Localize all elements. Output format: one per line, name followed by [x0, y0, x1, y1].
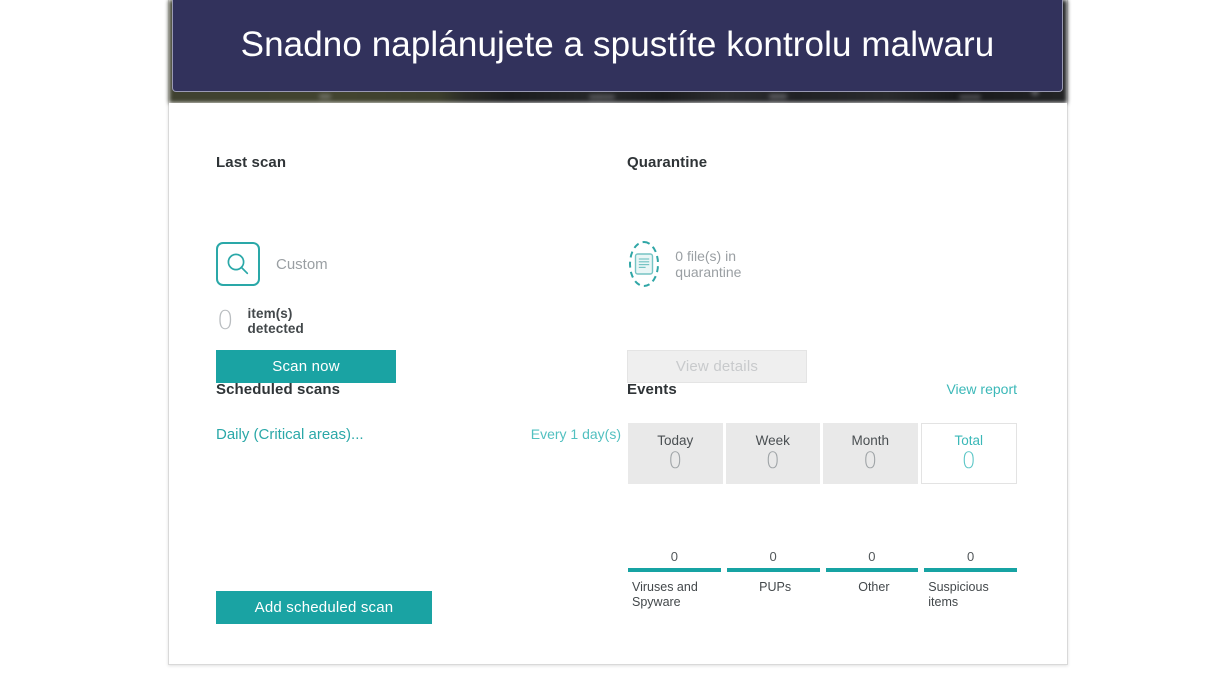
threat-stat-viruses-and-spyware: 0 Viruses and Spyware: [628, 549, 721, 611]
threat-name: Other: [858, 580, 890, 594]
magnifier-icon: [216, 242, 260, 286]
detected-items-row: 0 item(s) detected: [217, 306, 304, 336]
event-tab-total[interactable]: Total 0: [920, 423, 1017, 484]
scan-now-button[interactable]: Scan now: [216, 350, 396, 383]
app-content: Last scan Custom 0 item(s) detected Scan…: [169, 103, 1067, 664]
quarantine-row: 0 file(s) in quarantine: [629, 241, 757, 287]
detected-label: item(s) detected: [247, 306, 304, 336]
threat-bar: [628, 568, 721, 572]
threat-count: 0: [769, 549, 777, 564]
threat-stats: 0 Viruses and Spyware 0 PUPs 0 Other 0 S…: [628, 549, 1017, 611]
events-header: Events View report: [627, 381, 1017, 398]
threat-name: PUPs: [759, 580, 792, 594]
last-scan-title: Last scan: [216, 154, 287, 171]
event-tab-label: Today: [657, 433, 694, 449]
threat-stat-other: 0 Other: [825, 549, 919, 611]
threat-stat-suspicious-items: 0 Suspicious items: [924, 549, 1017, 611]
event-tab-label: Week: [755, 433, 790, 449]
quarantine-section: Quarantine 0 file(s) in quarantine View: [627, 154, 807, 383]
headline-text: Snadno naplánujete a spustíte kontrolu m…: [240, 25, 995, 65]
view-report-link[interactable]: View report: [946, 381, 1017, 397]
threat-bar: [924, 568, 1017, 572]
add-scheduled-scan-button[interactable]: Add scheduled scan: [216, 591, 432, 624]
threat-stat-pups: 0 PUPs: [726, 549, 820, 611]
event-tab-value: 0: [863, 449, 878, 475]
scan-type-row: Custom: [216, 242, 328, 286]
threat-count: 0: [670, 549, 678, 564]
schedule-row: Daily (Critical areas)... Every 1 day(s): [216, 426, 631, 443]
threat-count: 0: [868, 549, 876, 564]
headline-banner: Snadno naplánujete a spustíte kontrolu m…: [172, 0, 1063, 92]
antivirus-app-window: Last scan Custom 0 item(s) detected Scan…: [168, 0, 1068, 665]
event-tab-value: 0: [961, 449, 976, 475]
event-tab-month[interactable]: Month 0: [823, 423, 918, 484]
event-tab-label: Total: [954, 433, 984, 449]
schedule-frequency: Every 1 day(s): [530, 426, 621, 442]
quarantine-file-icon: [629, 241, 660, 287]
event-tab-value: 0: [668, 449, 683, 475]
threat-name: Viruses and Spyware: [632, 580, 698, 610]
event-tab-today[interactable]: Today 0: [628, 423, 723, 484]
threat-count: 0: [967, 549, 975, 564]
schedule-name-link[interactable]: Daily (Critical areas)...: [216, 426, 364, 443]
detected-count: 0: [217, 306, 234, 336]
event-tab-week[interactable]: Week 0: [725, 423, 820, 484]
scheduled-scans-title: Scheduled scans: [216, 381, 341, 398]
scan-type-label: Custom: [276, 255, 328, 273]
quarantine-status-label: 0 file(s) in quarantine: [675, 248, 742, 280]
event-tab-label: Month: [851, 433, 890, 449]
event-tab-value: 0: [765, 449, 780, 475]
events-title: Events: [627, 381, 677, 398]
threat-name: Suspicious items: [928, 580, 989, 610]
view-details-button[interactable]: View details: [627, 350, 807, 383]
quarantine-title: Quarantine: [627, 154, 708, 171]
events-tabs: Today 0 Week 0 Month 0 Total 0: [628, 423, 1017, 484]
threat-bar: [825, 568, 919, 572]
threat-bar: [726, 568, 820, 572]
last-scan-section: Last scan Custom 0 item(s) detected Scan…: [216, 154, 396, 383]
